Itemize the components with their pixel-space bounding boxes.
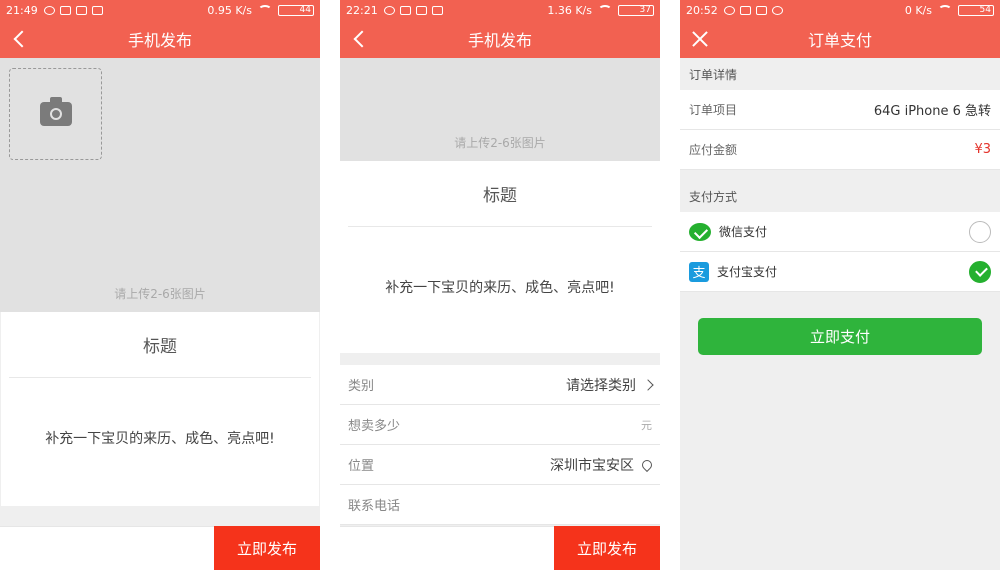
- wechat-radio[interactable]: [969, 220, 991, 243]
- status-bar: 22:21 1.36 K/s 37: [340, 0, 660, 20]
- net-speed: 1.36 K/s: [547, 3, 592, 17]
- description-input[interactable]: 补充一下宝贝的来历、成色、亮点吧!: [340, 227, 660, 347]
- bottom-bar: 立即发布: [0, 526, 320, 570]
- order-item-label: 订单项目: [689, 103, 738, 117]
- alipay-icon: 支: [689, 261, 709, 282]
- location-value: 深圳市宝安区: [550, 457, 634, 474]
- chevron-right-icon: [642, 378, 654, 391]
- infinity-icon: [723, 5, 735, 15]
- mail-icon: [755, 5, 767, 15]
- nav-bar: 手机发布: [0, 20, 320, 58]
- mail-icon: [91, 5, 103, 15]
- pay-method-header: 支付方式: [680, 180, 1000, 212]
- upload-hint: 请上传2-6张图片: [454, 136, 546, 150]
- pay-now-button[interactable]: 立即支付: [698, 318, 982, 355]
- order-item-value: 64G iPhone 6 急转: [873, 104, 991, 119]
- status-time: 20:52: [686, 3, 718, 17]
- publish-button[interactable]: 立即发布: [554, 526, 660, 570]
- wechat-pay-label: 微信支付: [719, 225, 768, 239]
- clock-icon: [771, 5, 783, 15]
- page-title: 手机发布: [127, 31, 192, 50]
- alipay-label: 支付宝支付: [717, 265, 778, 279]
- price-unit: 元: [641, 418, 652, 432]
- amount-label: 应付金额: [689, 143, 738, 157]
- photo-upload-area: 请上传2-6张图片: [340, 58, 660, 161]
- status-icons: [723, 5, 783, 15]
- publish-screen-1: 21:49 0.95 K/s 44 手机发布 请上传2-6张图片 标题 补充一下…: [0, 0, 320, 570]
- infinity-icon: [383, 5, 395, 15]
- back-button[interactable]: [352, 20, 376, 58]
- chevron-left-icon: [13, 30, 31, 48]
- status-bar: 20:52 0 K/s 54: [680, 0, 1000, 20]
- message-icon: [59, 5, 71, 15]
- status-icons: [43, 5, 103, 15]
- publish-button[interactable]: 立即发布: [214, 526, 320, 570]
- nav-bar: 订单支付: [680, 20, 1000, 58]
- publish-screen-2: 22:21 1.36 K/s 37 手机发布 请上传2-6张图片 标题 补充一下…: [340, 0, 660, 570]
- description-input[interactable]: 补充一下宝贝的来历、成色、亮点吧!: [1, 378, 319, 498]
- order-item-row: 订单项目 64G iPhone 6 急转: [680, 90, 1000, 130]
- category-label: 类别: [348, 379, 375, 394]
- category-row[interactable]: 类别 请选择类别: [340, 365, 660, 405]
- message-icon: [399, 5, 411, 15]
- location-label: 位置: [348, 459, 375, 474]
- category-value: 请选择类别: [566, 377, 636, 394]
- alipay-option[interactable]: 支 支付宝支付: [680, 252, 1000, 292]
- amount-value: ¥3: [974, 142, 991, 157]
- title-input[interactable]: 标题: [9, 312, 311, 378]
- mail-icon: [431, 5, 443, 15]
- alipay-radio-checked[interactable]: [969, 260, 991, 283]
- net-speed: 0 K/s: [904, 3, 932, 17]
- page-title: 订单支付: [807, 31, 872, 50]
- wifi-icon: [258, 5, 272, 15]
- upload-hint: 请上传2-6张图片: [114, 287, 206, 301]
- phone-row[interactable]: 联系电话: [340, 485, 660, 525]
- upload-icon: [739, 5, 751, 15]
- add-photo-button[interactable]: [9, 68, 102, 160]
- content-card: 标题 补充一下宝贝的来历、成色、亮点吧!: [1, 312, 319, 506]
- wechat-icon: [689, 222, 711, 241]
- camera-icon: [39, 97, 72, 126]
- status-time: 21:49: [6, 3, 38, 17]
- battery-icon: 37: [618, 4, 654, 16]
- bottom-bar: 立即发布: [340, 526, 660, 570]
- location-row[interactable]: 位置 深圳市宝安区: [340, 445, 660, 485]
- wechat-pay-option[interactable]: 微信支付: [680, 212, 1000, 252]
- close-icon[interactable]: [690, 29, 710, 49]
- price-label: 想卖多少: [348, 419, 401, 434]
- status-time: 22:21: [346, 3, 378, 17]
- price-row[interactable]: 想卖多少 元: [340, 405, 660, 445]
- page-title: 手机发布: [467, 31, 532, 50]
- status-icons: [383, 5, 443, 15]
- status-bar: 21:49 0.95 K/s 44: [0, 0, 320, 20]
- order-section-header: 订单详情: [680, 58, 1000, 90]
- upload-icon: [415, 5, 427, 15]
- net-speed: 0.95 K/s: [207, 3, 252, 17]
- amount-row: 应付金额 ¥3: [680, 130, 1000, 170]
- phone-label: 联系电话: [348, 499, 401, 514]
- chevron-left-icon: [353, 30, 371, 48]
- payment-screen: 20:52 0 K/s 54 订单支付 订单详情 订单项目 64G iPhone…: [680, 0, 1000, 570]
- photo-upload-area: 请上传2-6张图片: [0, 58, 320, 312]
- infinity-icon: [43, 5, 55, 15]
- content-card: 标题 补充一下宝贝的来历、成色、亮点吧!: [340, 161, 660, 353]
- battery-icon: 54: [958, 4, 994, 16]
- upload-icon: [75, 5, 87, 15]
- location-pin-icon: [639, 457, 655, 472]
- back-button[interactable]: [12, 20, 36, 58]
- wifi-icon: [938, 5, 952, 15]
- battery-icon: 44: [278, 4, 314, 16]
- title-input[interactable]: 标题: [348, 161, 652, 227]
- wifi-icon: [598, 5, 612, 15]
- nav-bar: 手机发布: [340, 20, 660, 58]
